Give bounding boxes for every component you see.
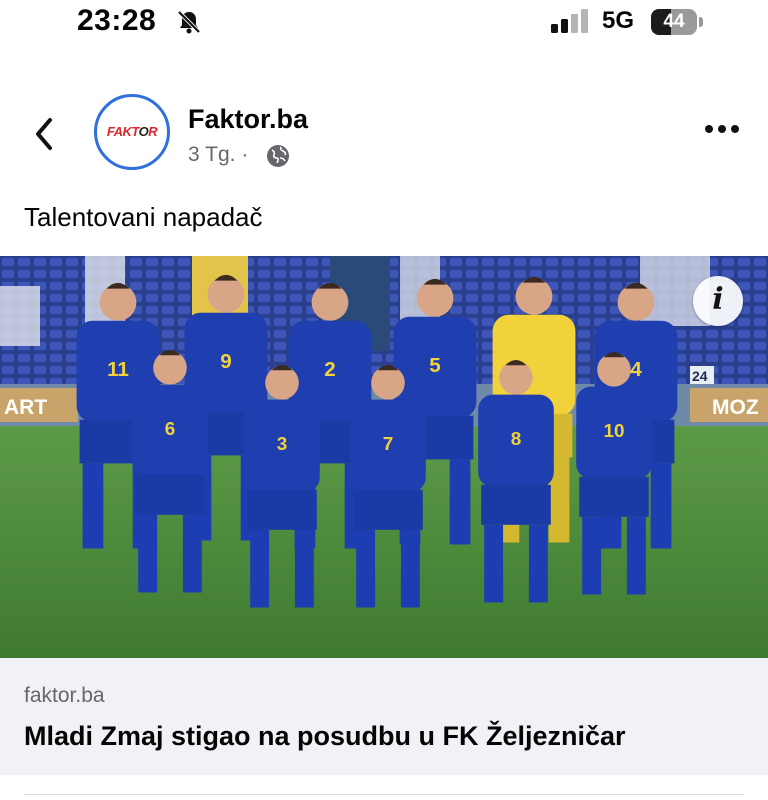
player-sock (82, 463, 104, 549)
clock-time: 23:28 (77, 4, 157, 37)
post-meta: 3 Tg. · (188, 143, 248, 167)
board-right-text: MOZ (712, 396, 759, 419)
post-header: FAKTOR Faktor.ba 3 Tg. · (0, 88, 768, 180)
player-head (311, 284, 349, 321)
player-sock (484, 524, 504, 603)
info-button[interactable]: i (693, 276, 743, 326)
player-head (371, 366, 405, 400)
back-chevron-icon[interactable] (30, 114, 60, 154)
board-left-text: ART (4, 396, 47, 419)
player-number: 6 (165, 419, 176, 440)
globe-icon (267, 145, 289, 167)
player-head (597, 353, 631, 387)
player-number: 8 (511, 429, 522, 450)
player-shorts (353, 489, 423, 530)
player-sock (528, 524, 548, 603)
player-head (207, 276, 245, 313)
player-shorts (247, 489, 317, 530)
link-domain: faktor.ba (24, 684, 105, 707)
player-head (617, 284, 655, 321)
info-icon: i (712, 282, 724, 317)
player-sock (650, 463, 672, 549)
page-name[interactable]: Faktor.ba (188, 104, 308, 135)
link-title[interactable]: Mladi Zmaj stigao na posudbu u FK Željez… (24, 721, 626, 752)
board-number-text: 24 (692, 368, 708, 384)
team-photo: ART MOZ 24 11 9 2 5 4 6 3 7 8 10 (0, 256, 768, 658)
player-number: 11 (107, 358, 129, 381)
player-sock (182, 514, 202, 593)
player-head (99, 284, 137, 321)
player-number: 10 (603, 421, 624, 442)
player-sock (449, 459, 471, 545)
signal-icon (551, 9, 588, 33)
player-shorts (579, 476, 649, 517)
player-shorts (481, 484, 551, 525)
page-avatar[interactable]: FAKTOR (94, 94, 170, 170)
player-sock (582, 516, 602, 595)
post-caption: Talentovani napadač (24, 202, 263, 232)
player-number: 5 (429, 354, 441, 377)
meta-separator: · (241, 143, 249, 166)
player-sock (294, 529, 314, 608)
player-sock (138, 514, 158, 593)
player-sock (400, 529, 420, 608)
player-sock (626, 516, 646, 595)
divider (24, 794, 744, 795)
player-head (515, 278, 553, 315)
player-head (416, 280, 454, 317)
player-head (153, 351, 187, 385)
player-number: 7 (383, 434, 394, 455)
post-photo[interactable]: ART MOZ 24 11 9 2 5 4 6 3 7 8 10 i (0, 256, 768, 658)
player-head (499, 361, 533, 395)
player-number: 9 (220, 350, 232, 373)
player-sock (250, 529, 270, 608)
battery-icon: 44 (651, 9, 703, 35)
status-bar: 23:28 5G 44 (0, 0, 768, 48)
battery-level: 44 (663, 11, 685, 32)
bell-slash-icon (177, 10, 201, 34)
link-preview-card[interactable]: faktor.ba Mladi Zmaj stigao na posudbu u… (0, 658, 768, 775)
network-type: 5G (602, 7, 635, 34)
player-number: 3 (277, 434, 288, 455)
player-head (265, 366, 299, 400)
player-shorts (135, 474, 205, 515)
more-options-icon[interactable] (704, 122, 740, 136)
avatar-logo: FAKTOR (106, 124, 158, 139)
player-number: 4 (630, 358, 642, 381)
player-number: 2 (324, 358, 336, 381)
post-time[interactable]: 3 Tg. (188, 143, 235, 166)
player-sock (356, 529, 376, 608)
